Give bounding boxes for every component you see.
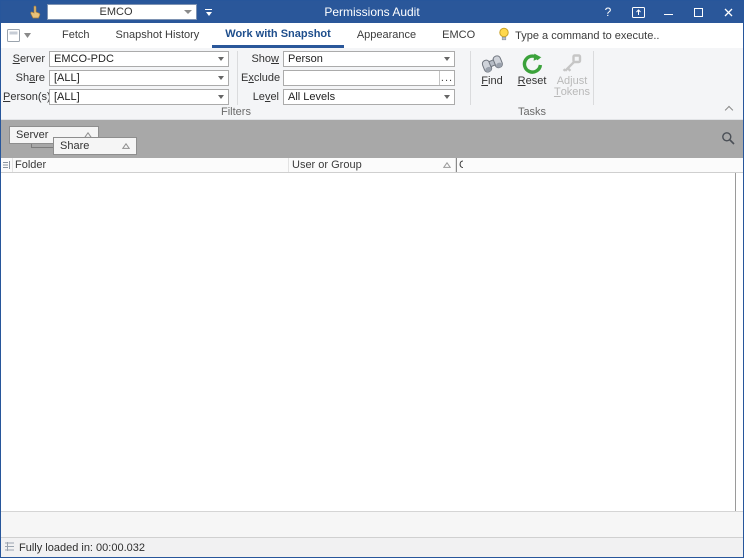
group-by-panel[interactable]: Server Share (1, 120, 743, 158)
ribbon-group-filters: Server EMCO-PDC Share [ALL] Person(s) [ALL] S… (1, 48, 471, 119)
chevron-down-icon (218, 95, 224, 99)
reset-label: Reset (518, 76, 547, 87)
group-by-share[interactable]: Share (53, 137, 137, 155)
key-icon (561, 52, 583, 74)
level-combo[interactable]: All Levels (283, 89, 455, 105)
filters-group-caption: Filters (1, 106, 471, 118)
chevron-down-icon (184, 10, 192, 14)
group-by-share-label: Share (60, 140, 89, 152)
find-button[interactable]: Find (473, 52, 511, 98)
quick-access-dropdown[interactable] (205, 9, 212, 16)
filter-row-level: Level All Levels (241, 89, 455, 105)
filter-label-server: Server (3, 53, 49, 65)
column-header-folder[interactable]: Folder (13, 158, 289, 172)
titlebar: EMCO Permissions Audit ? (1, 1, 743, 23)
record-navigator (1, 511, 743, 537)
ribbon-group-tasks: Find Reset Adjust Tokens Tasks (471, 48, 593, 119)
help-button[interactable]: ? (593, 1, 623, 23)
filter-row-show: Show Person (241, 51, 455, 67)
app-window: EMCO Permissions Audit ? FetchSnapshot H… (0, 0, 744, 558)
close-button[interactable] (713, 1, 743, 23)
chevron-down-icon (444, 95, 450, 99)
tab-fetch[interactable]: Fetch (49, 23, 103, 48)
exclude-ellipsis-button[interactable]: ... (439, 71, 454, 85)
window-app-combo[interactable]: EMCO (47, 4, 197, 20)
command-hint: Type a command to execute.. (515, 30, 659, 42)
adjust-tokens-button: Adjust Tokens (553, 52, 591, 98)
grid-status-icon (5, 542, 14, 554)
chevron-down-icon (444, 57, 450, 61)
maximize-button[interactable] (683, 1, 713, 23)
chevron-down-icon (218, 57, 224, 61)
statusbar: Fully loaded in: 00:00.032 (1, 537, 743, 557)
tab-emco[interactable]: EMCO (429, 23, 488, 48)
ribbon-separator (237, 51, 238, 105)
share-combo[interactable]: [ALL] (49, 70, 229, 86)
sort-asc-icon (443, 159, 451, 171)
ribbon-options-button[interactable] (623, 1, 653, 23)
tab-strip: FetchSnapshot HistoryWork with SnapshotA… (49, 23, 488, 48)
chevron-down-icon (218, 76, 224, 80)
filter-label-level: Level (241, 91, 283, 103)
tab-work-with-snapshot[interactable]: Work with Snapshot (212, 23, 344, 48)
adjust-tokens-label: Adjust Tokens (553, 76, 591, 98)
tab-snapshot-history[interactable]: Snapshot History (103, 23, 213, 48)
person-s-value: [ALL] (54, 91, 218, 103)
filter-row-exclude: Exclude... (241, 70, 455, 86)
exclude-combo[interactable]: ... (283, 70, 455, 86)
binoculars-icon (479, 52, 505, 74)
grid-body (1, 173, 743, 511)
minimize-button[interactable] (653, 1, 683, 23)
grid-header: Folder User or Group C (1, 158, 743, 173)
filter-label-share: Share (3, 72, 49, 84)
person-s-combo[interactable]: [ALL] (49, 89, 229, 105)
status-text: Fully loaded in: 00:00.032 (19, 542, 145, 554)
ribbon-separator (593, 51, 594, 105)
show-value: Person (288, 53, 444, 65)
find-label: Find (481, 76, 502, 87)
command-box[interactable]: Type a command to execute.. (498, 23, 659, 48)
ribbon-collapse-button[interactable] (725, 105, 733, 113)
sort-asc-icon (122, 140, 130, 152)
filter-label-person-s: Person(s) (3, 91, 49, 103)
ribbon-tab-row: FetchSnapshot HistoryWork with SnapshotA… (1, 23, 743, 48)
window-app-combo-value: EMCO (48, 6, 184, 18)
server-value: EMCO-PDC (54, 53, 218, 65)
level-value: All Levels (288, 91, 444, 103)
column-header-user[interactable]: User or Group (289, 158, 456, 172)
window-controls: ? (593, 1, 743, 23)
share-value: [ALL] (54, 72, 218, 84)
column-header-partial[interactable]: C (456, 158, 463, 172)
server-combo[interactable]: EMCO-PDC (49, 51, 229, 67)
reset-button[interactable]: Reset (513, 52, 551, 98)
group-connector (31, 144, 53, 148)
reset-icon (521, 52, 544, 74)
lightbulb-icon (498, 27, 510, 44)
row-indicator-header (1, 158, 13, 172)
tab-appearance[interactable]: Appearance (344, 23, 429, 48)
ribbon-display-icon[interactable] (1, 23, 37, 48)
frozen-column-divider (735, 173, 736, 511)
emco-hand-icon (29, 5, 41, 19)
filter-row-server: Server EMCO-PDC (3, 51, 229, 67)
ribbon: Server EMCO-PDC Share [ALL] Person(s) [ALL] S… (1, 48, 743, 120)
group-by-server-label: Server (16, 129, 48, 141)
search-icon[interactable] (721, 131, 735, 148)
filter-label-show: Show (241, 53, 283, 65)
filter-row-person-s: Person(s) [ALL] (3, 89, 229, 105)
column-header-user-label: User or Group (292, 159, 362, 171)
tasks-group-caption: Tasks (471, 106, 593, 118)
filter-row-share: Share [ALL] (3, 70, 229, 86)
filter-label-exclude: Exclude (241, 72, 283, 84)
show-combo[interactable]: Person (283, 51, 455, 67)
